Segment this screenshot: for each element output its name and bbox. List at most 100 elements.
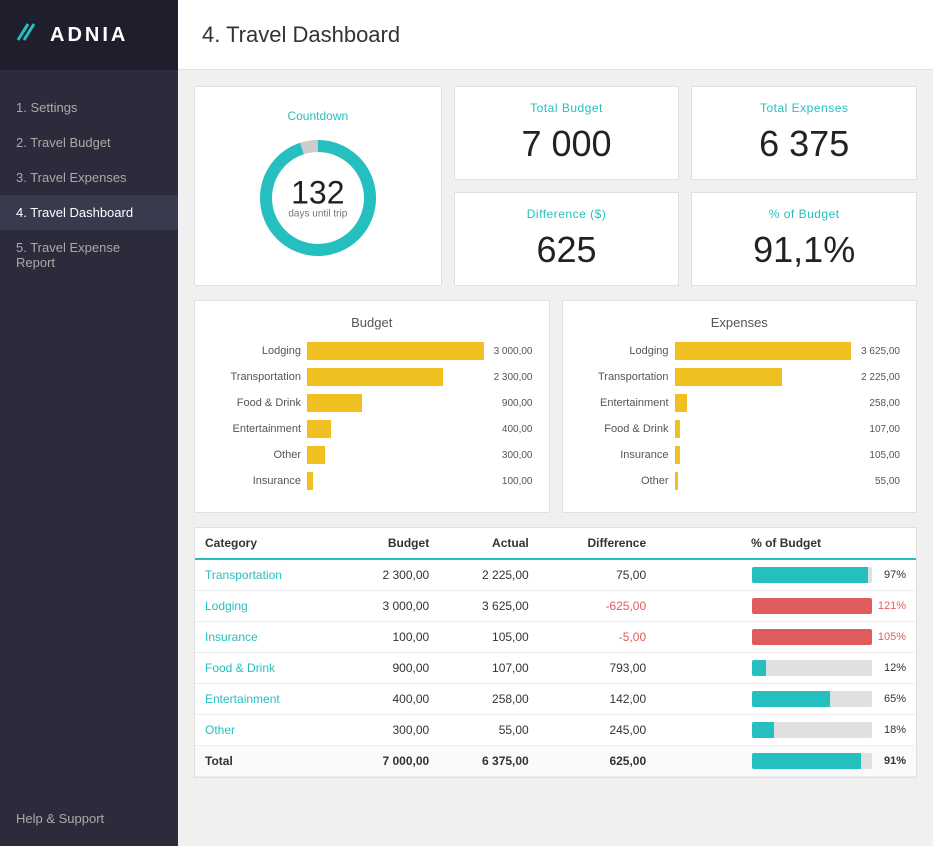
cell-category: Transportation (195, 559, 340, 591)
bar-track (307, 342, 484, 360)
bar-value: 2 225,00 (861, 372, 900, 383)
pct-label-text: 12% (878, 662, 906, 674)
sidebar-help[interactable]: Help & Support (0, 801, 178, 846)
pct-label-text: 121% (878, 600, 906, 612)
pct-bar-fill-total (752, 753, 861, 769)
total-expenses-card: Total Expenses 6 375 (691, 86, 917, 180)
pct-bar-track (752, 629, 872, 645)
table-row: Lodging 3 000,00 3 625,00 -625,00 121% (195, 591, 916, 622)
countdown-label: Countdown (287, 109, 348, 123)
bar-fill (675, 420, 681, 438)
bar-track (675, 394, 860, 412)
pct-bar-fill (752, 691, 830, 707)
bar-row: Transportation 2 225,00 (579, 368, 901, 386)
bar-row: Insurance 100,00 (211, 472, 533, 490)
cell-total-label: Total (195, 746, 340, 777)
bar-fill (307, 342, 484, 360)
difference-card: Difference ($) 625 (454, 192, 680, 286)
cell-category: Entertainment (195, 684, 340, 715)
cell-budget: 3 000,00 (340, 591, 440, 622)
bar-label: Insurance (579, 449, 669, 461)
bar-label: Entertainment (211, 423, 301, 435)
pct-bar-track-total (752, 753, 872, 769)
pct-value: 91,1% (753, 229, 855, 271)
cell-pct: 121% (656, 591, 916, 622)
table-row: Other 300,00 55,00 245,00 18% (195, 715, 916, 746)
col-pct: % of Budget (656, 528, 916, 559)
countdown-sub: days until trip (288, 209, 347, 220)
pct-bar-fill (752, 629, 872, 645)
cell-category: Lodging (195, 591, 340, 622)
cell-budget: 300,00 (340, 715, 440, 746)
bar-fill (307, 394, 362, 412)
logo-icon (14, 18, 42, 53)
bar-value: 100,00 (502, 476, 533, 487)
cell-budget: 100,00 (340, 622, 440, 653)
cell-pct: 97% (656, 559, 916, 591)
budget-chart-title: Budget (211, 315, 533, 330)
bar-track (307, 368, 484, 386)
bar-fill (675, 472, 679, 490)
budget-chart: Budget Lodging 3 000,00 Transportation 2… (194, 300, 550, 513)
bar-fill (307, 368, 443, 386)
countdown-card: Countdown 132 days until trip (194, 86, 442, 286)
main-content: 4. Travel Dashboard Countdown 132 days u… (178, 0, 933, 846)
cell-total-pct: 91% (656, 746, 916, 777)
bar-track (675, 368, 852, 386)
countdown-donut: 132 days until trip (253, 133, 383, 263)
bar-value: 258,00 (869, 398, 900, 409)
expenses-label: Total Expenses (760, 101, 848, 115)
bar-track (307, 420, 492, 438)
difference-value: 625 (536, 229, 596, 271)
bar-label: Other (211, 449, 301, 461)
bar-row: Other 55,00 (579, 472, 901, 490)
budget-bars: Lodging 3 000,00 Transportation 2 300,00… (211, 342, 533, 490)
bar-label: Food & Drink (211, 397, 301, 409)
total-budget-card: Total Budget 7 000 (454, 86, 680, 180)
bar-value: 55,00 (875, 476, 900, 487)
logo-text: ADNIA (50, 24, 128, 47)
bar-label: Transportation (211, 371, 301, 383)
table-row: Food & Drink 900,00 107,00 793,00 12% (195, 653, 916, 684)
col-budget: Budget (340, 528, 440, 559)
cell-category: Other (195, 715, 340, 746)
pct-bar-track (752, 722, 872, 738)
bar-value: 2 300,00 (494, 372, 533, 383)
bar-value: 105,00 (869, 450, 900, 461)
cell-diff: 142,00 (539, 684, 656, 715)
pct-label-text: 105% (878, 631, 906, 643)
difference-label: Difference ($) (527, 207, 606, 221)
pct-bar-track (752, 691, 872, 707)
sidebar-item-travel-budget[interactable]: 2. Travel Budget (0, 125, 178, 160)
bar-track (307, 394, 492, 412)
pct-bar-track (752, 567, 872, 583)
bar-fill (675, 394, 688, 412)
sidebar-item-travel-expense-report[interactable]: 5. Travel Expense Report (0, 230, 178, 280)
pct-label-text: 97% (878, 569, 906, 581)
bar-row: Entertainment 400,00 (211, 420, 533, 438)
bar-label: Lodging (211, 345, 301, 357)
pct-label-text: 18% (878, 724, 906, 736)
sidebar-item-travel-expenses[interactable]: 3. Travel Expenses (0, 160, 178, 195)
bar-track (675, 342, 852, 360)
bar-track (307, 472, 492, 490)
bar-value: 300,00 (502, 450, 533, 461)
cell-diff: 245,00 (539, 715, 656, 746)
bar-track (307, 446, 492, 464)
cell-total-diff: 625,00 (539, 746, 656, 777)
cell-total-actual: 6 375,00 (439, 746, 539, 777)
bar-label: Lodging (579, 345, 669, 357)
table-body: Transportation 2 300,00 2 225,00 75,00 9… (195, 559, 916, 777)
bar-fill (307, 446, 325, 464)
cell-budget: 2 300,00 (340, 559, 440, 591)
cell-category: Food & Drink (195, 653, 340, 684)
bar-row: Insurance 105,00 (579, 446, 901, 464)
sidebar-item-settings[interactable]: 1. Settings (0, 90, 178, 125)
bar-value: 3 000,00 (494, 346, 533, 357)
sidebar-item-travel-dashboard[interactable]: 4. Travel Dashboard (0, 195, 178, 230)
bar-fill (675, 446, 681, 464)
cell-diff: 793,00 (539, 653, 656, 684)
cell-budget: 900,00 (340, 653, 440, 684)
bar-value: 900,00 (502, 398, 533, 409)
pct-bar-track (752, 660, 872, 676)
